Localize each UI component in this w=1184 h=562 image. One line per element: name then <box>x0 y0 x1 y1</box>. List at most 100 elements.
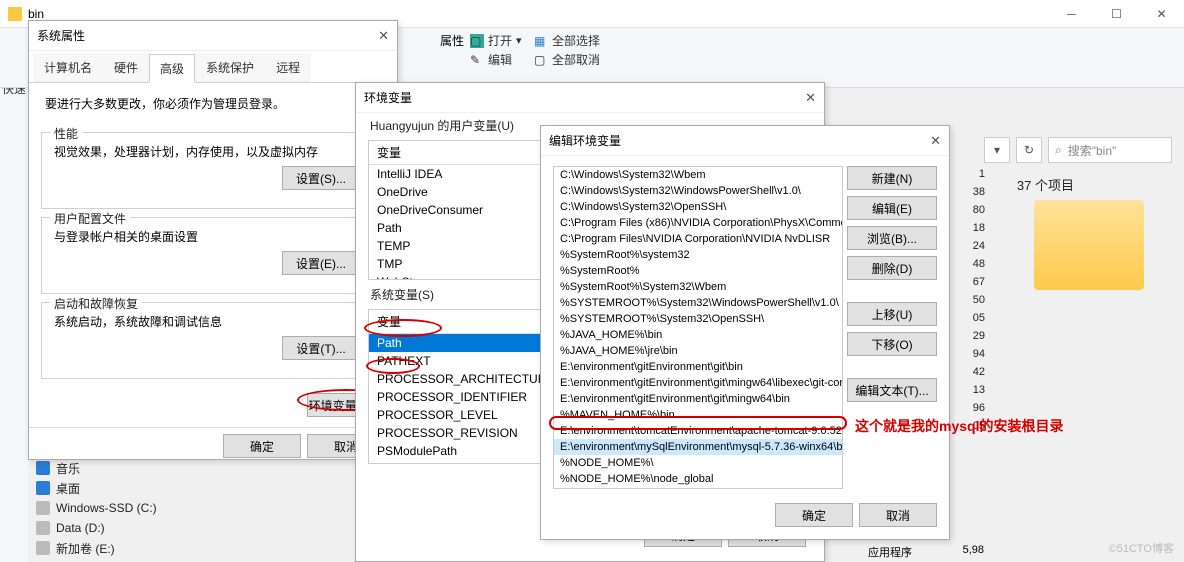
path-item[interactable]: %SystemRoot%\System32\Wbem <box>554 279 842 295</box>
annotation-text: 这个就是我的mysql的安装根目录 <box>855 416 1063 436</box>
path-item[interactable]: %SystemRoot% <box>554 263 842 279</box>
path-item[interactable]: E:\environment\gitEnvironment\git\mingw6… <box>554 391 842 407</box>
size-cell: 38 <box>944 183 989 201</box>
move-up-button[interactable]: 上移(U) <box>847 302 937 326</box>
system-properties-dialog: 系统属性 ✕ 计算机名硬件高级系统保护远程 要进行大多数更改，你必须作为管理员登… <box>28 20 398 460</box>
tree-icon <box>36 501 50 515</box>
env-title: 环境变量 <box>364 89 412 106</box>
deselect-all-button[interactable]: ▢全部取消 <box>534 51 600 68</box>
path-item[interactable]: C:\Windows\System32\OpenSSH\ <box>554 199 842 215</box>
tree-item[interactable]: Windows-SSD (C:) <box>30 498 200 518</box>
path-item[interactable]: E:\environment\tomcatEnvironment\apache-… <box>554 423 842 439</box>
nav-bar: ▾ ↻ ⌕ 搜索"bin" <box>984 135 1184 165</box>
file-sizes-column: 13880182448675005299442139605 <box>944 165 989 435</box>
path-item[interactable]: E:\environment\gitEnvironment\git\mingw6… <box>554 375 842 391</box>
tree-item[interactable]: Data (D:) <box>30 518 200 538</box>
edit-ok-button[interactable]: 确定 <box>775 503 853 527</box>
path-item[interactable]: %SYSTEMROOT%\System32\WindowsPowerShell\… <box>554 295 842 311</box>
perf-settings-button[interactable]: 设置(S)... <box>282 166 360 190</box>
delete-button[interactable]: 删除(D) <box>847 256 937 280</box>
sys-ok-button[interactable]: 确定 <box>223 434 301 458</box>
profile-settings-button[interactable]: 设置(E)... <box>282 251 360 275</box>
app-size: 5,98 <box>963 544 984 556</box>
tree-item[interactable]: 新加卷 (E:) <box>30 538 200 558</box>
close-icon[interactable]: ✕ <box>805 90 816 106</box>
edit-icon: ✎ <box>470 53 484 67</box>
maximize-button[interactable]: ☐ <box>1094 0 1139 28</box>
path-item[interactable]: %JAVA_HOME%\jre\bin <box>554 343 842 359</box>
profile-group: 用户配置文件 与登录帐户相关的桌面设置 设置(E)... <box>41 217 385 294</box>
path-item[interactable]: C:\Program Files (x86)\NVIDIA Corporatio… <box>554 215 842 231</box>
sys-tab[interactable]: 硬件 <box>103 53 149 82</box>
search-input[interactable]: ⌕ 搜索"bin" <box>1048 137 1172 163</box>
sys-intro: 要进行大多数更改，你必须作为管理员登录。 <box>29 83 397 124</box>
ribbon-props[interactable]: 属性 <box>440 32 464 49</box>
path-item[interactable]: %SYSTEMROOT%\System32\OpenSSH\ <box>554 311 842 327</box>
open-button[interactable]: ▢打开 ▾ <box>470 32 522 49</box>
select-all-button[interactable]: ▦全部选择 <box>534 32 600 49</box>
size-cell: 05 <box>944 309 989 327</box>
sys-tab[interactable]: 远程 <box>265 53 311 82</box>
sys-tabs: 计算机名硬件高级系统保护远程 <box>29 53 397 83</box>
size-cell: 18 <box>944 219 989 237</box>
pinned-column: 文 固定 快速 <box>0 28 28 562</box>
size-cell: 1 <box>944 165 989 183</box>
path-item[interactable]: C:\Windows\System32\WindowsPowerShell\v1… <box>554 183 842 199</box>
edit-title: 编辑环境变量 <box>549 132 621 149</box>
size-cell: 50 <box>944 291 989 309</box>
path-item[interactable]: %MAVEN_HOME%\bin <box>554 407 842 423</box>
path-item[interactable]: C:\Program Files\NVIDIA Corporation\NVID… <box>554 231 842 247</box>
size-cell: 24 <box>944 237 989 255</box>
watermark: ©51CTO博客 <box>1109 540 1174 556</box>
path-listbox[interactable]: C:\Windows\System32\WbemC:\Windows\Syste… <box>553 166 843 489</box>
size-cell: 48 <box>944 255 989 273</box>
path-item[interactable]: %SystemRoot%\system32 <box>554 247 842 263</box>
sys-title: 系统属性 <box>37 27 85 44</box>
move-down-button[interactable]: 下移(O) <box>847 332 937 356</box>
app-type: 应用程序 <box>868 544 912 560</box>
new-button[interactable]: 新建(N) <box>847 166 937 190</box>
path-item[interactable]: %NODE_HOME%\ <box>554 455 842 471</box>
path-item[interactable]: E:\environment\gitEnvironment\git\bin <box>554 359 842 375</box>
path-item[interactable]: C:\Windows\System32\Wbem <box>554 167 842 183</box>
path-item[interactable]: %NODE_HOME%\node_global <box>554 471 842 487</box>
edit-text-button[interactable]: 编辑文本(T)... <box>847 378 937 402</box>
minimize-button[interactable]: ─ <box>1049 0 1094 28</box>
item-count: 37 个项目 <box>1017 175 1074 194</box>
browse-button[interactable]: 浏览(B)... <box>847 226 937 250</box>
select-all-icon: ▦ <box>534 34 548 48</box>
path-item[interactable]: E:\environment\mySqlEnvironment\mysql-5.… <box>554 439 842 455</box>
tree-item[interactable]: 桌面 <box>30 478 200 498</box>
tree-icon <box>36 521 50 535</box>
edit-cancel-button[interactable]: 取消 <box>859 503 937 527</box>
edit-button[interactable]: 编辑(E) <box>847 196 937 220</box>
folder-icon <box>8 7 22 21</box>
tree-icon <box>36 541 50 555</box>
perf-group: 性能 视觉效果，处理器计划，内存使用，以及虚拟内存 设置(S)... <box>41 132 385 209</box>
size-cell: 29 <box>944 327 989 345</box>
size-cell: 80 <box>944 201 989 219</box>
path-item[interactable]: %NODE_HOME%\node_cache <box>554 487 842 489</box>
nav-dropdown[interactable]: ▾ <box>984 137 1010 163</box>
sys-tab[interactable]: 计算机名 <box>33 53 103 82</box>
refresh-button[interactable]: ↻ <box>1016 137 1042 163</box>
close-icon[interactable]: ✕ <box>378 28 389 44</box>
close-button[interactable]: ✕ <box>1139 0 1184 28</box>
edit-env-dialog: 编辑环境变量 ✕ C:\Windows\System32\WbemC:\Wind… <box>540 125 950 540</box>
path-item[interactable]: %JAVA_HOME%\bin <box>554 327 842 343</box>
tree-icon <box>36 481 50 495</box>
size-cell: 94 <box>944 345 989 363</box>
sys-tab[interactable]: 高级 <box>149 54 195 83</box>
folder-thumbnail[interactable] <box>1034 200 1144 290</box>
explorer-title: bin <box>28 7 44 21</box>
search-icon: ⌕ <box>1055 143 1062 158</box>
deselect-icon: ▢ <box>534 53 548 67</box>
sys-tab[interactable]: 系统保护 <box>195 53 265 82</box>
edit-button[interactable]: ✎编辑 <box>470 51 512 68</box>
size-cell: 13 <box>944 381 989 399</box>
boot-settings-button[interactable]: 设置(T)... <box>282 336 360 360</box>
size-cell: 96 <box>944 399 989 417</box>
close-icon[interactable]: ✕ <box>930 133 941 149</box>
open-icon: ▢ <box>470 34 484 48</box>
boot-group: 启动和故障恢复 系统启动，系统故障和调试信息 设置(T)... <box>41 302 385 379</box>
